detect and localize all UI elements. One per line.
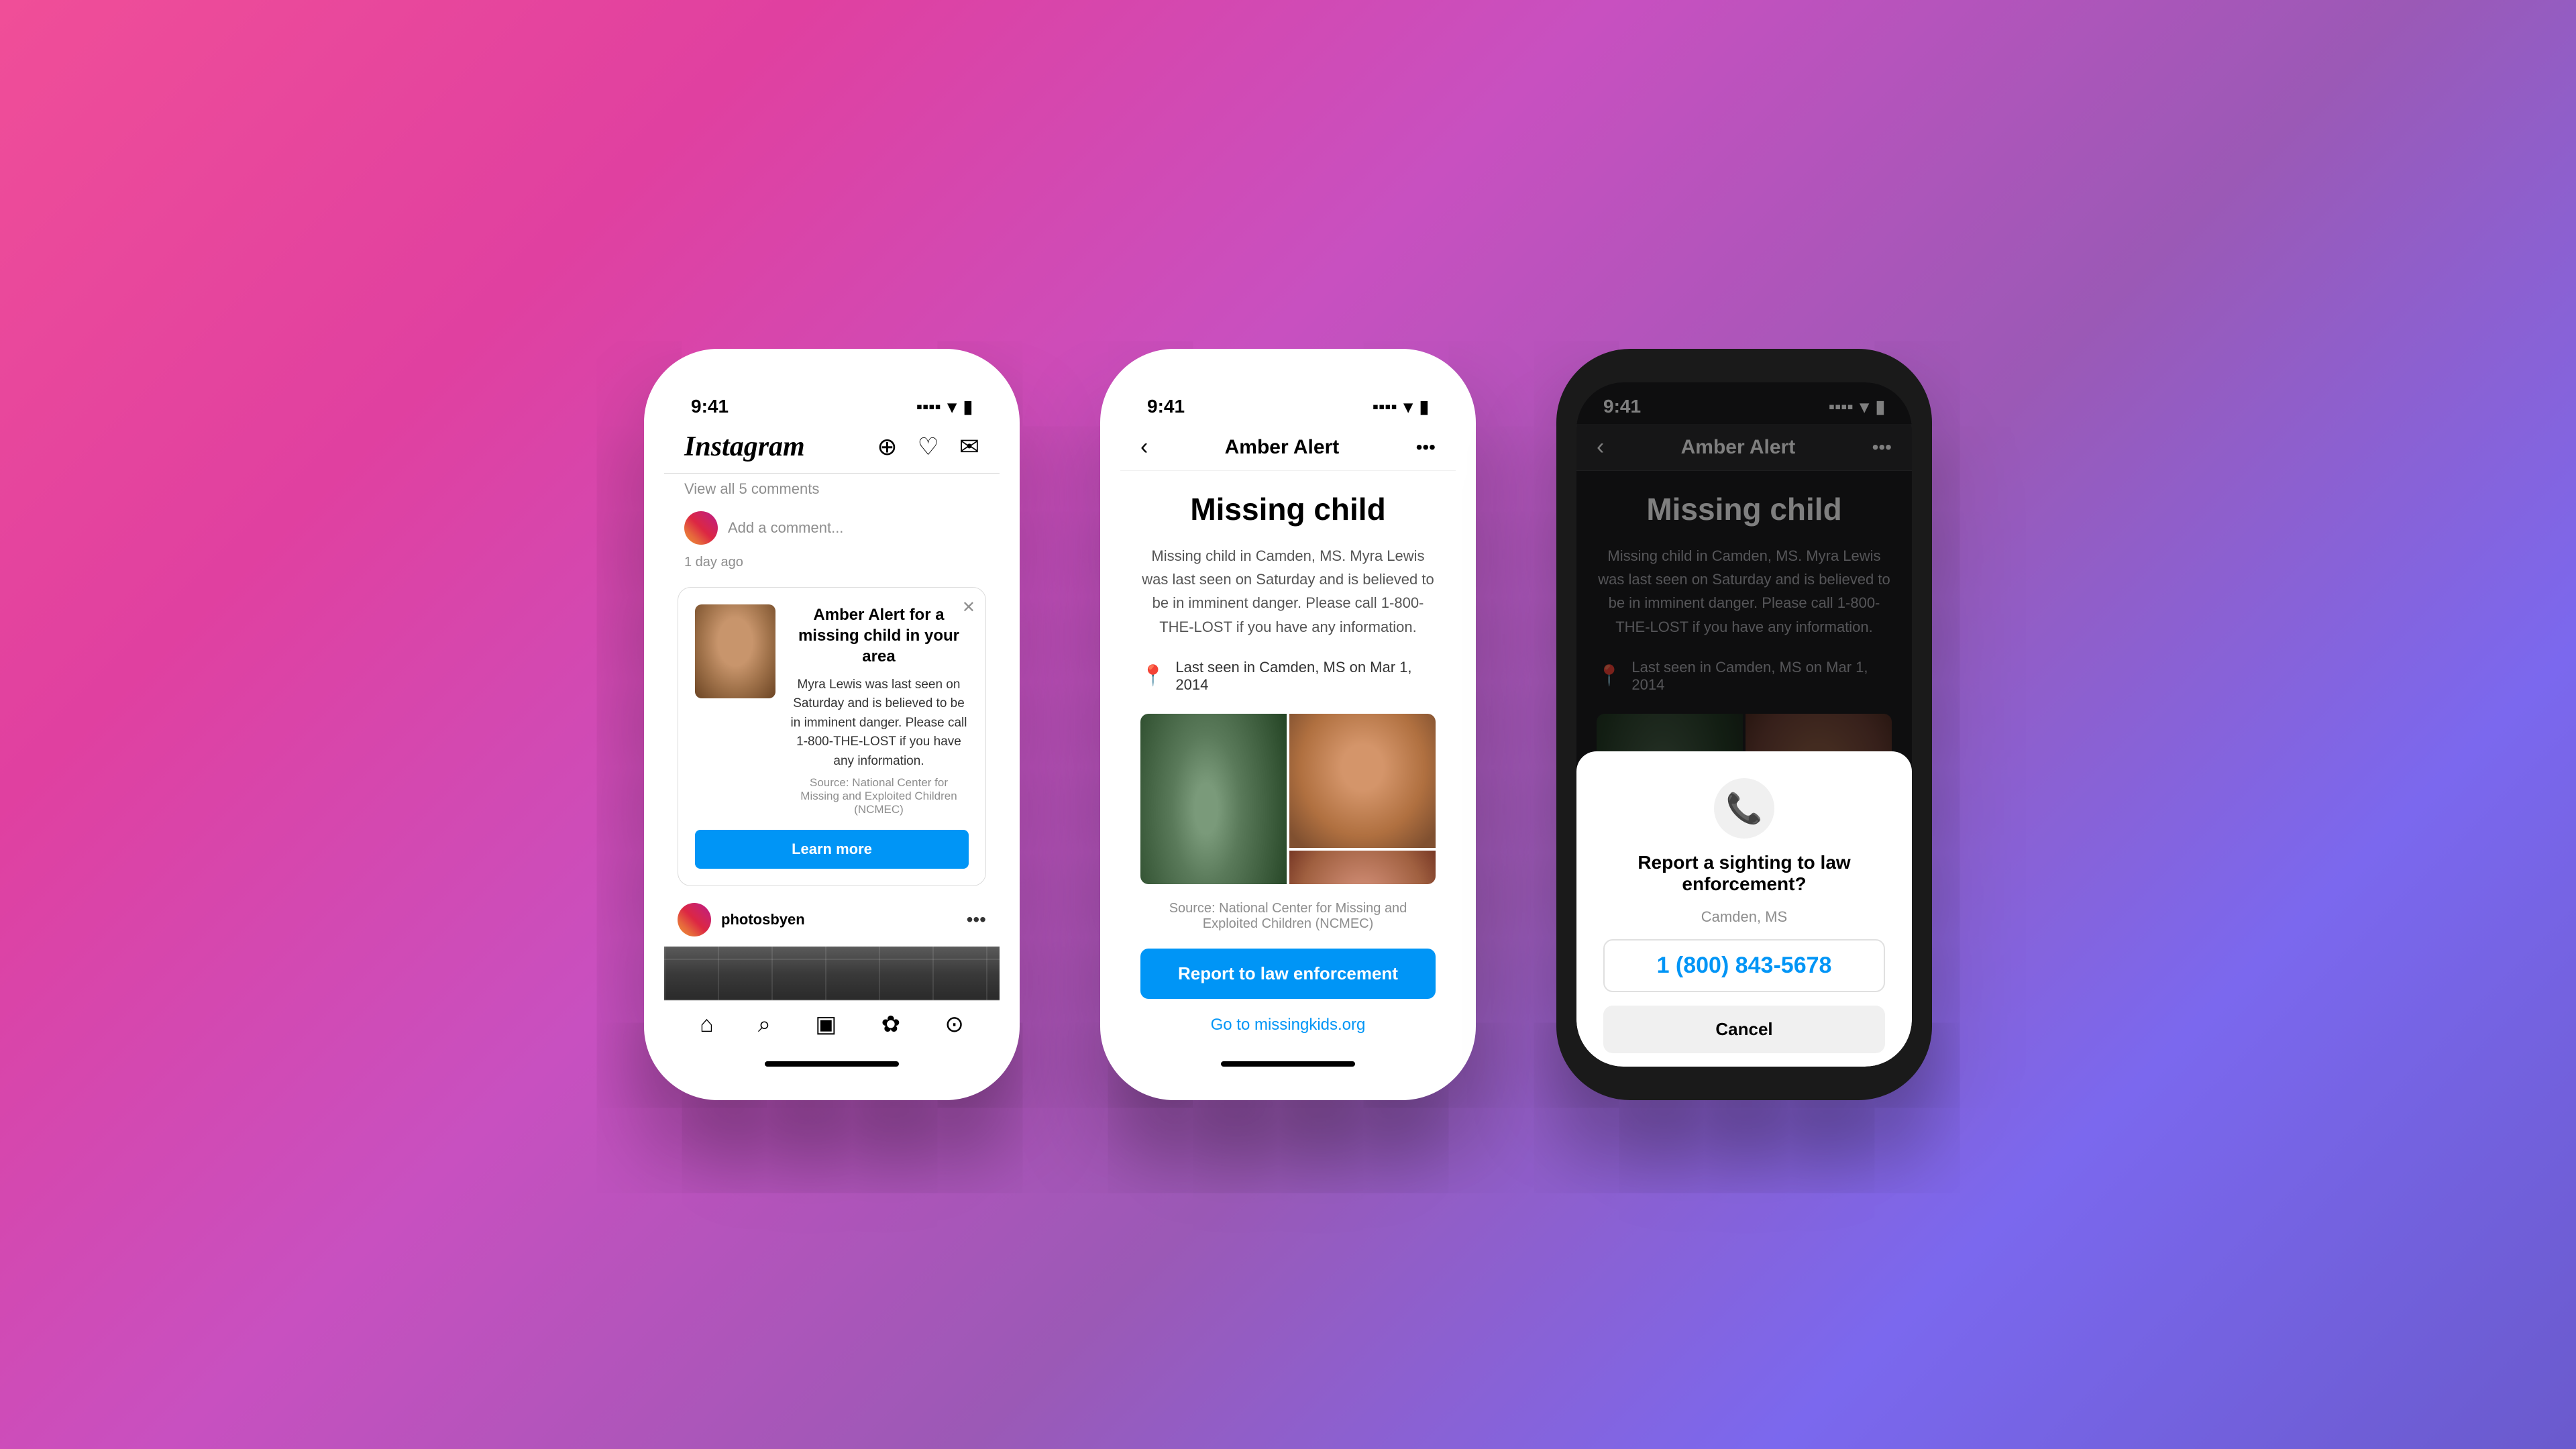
close-button[interactable]: ✕ [962, 598, 975, 617]
photo-bottom-right [1289, 851, 1436, 884]
alert-text-content: Amber Alert for a missing child in your … [789, 604, 969, 816]
learn-more-button[interactable]: Learn more [695, 830, 969, 869]
wifi-icon-2: ▾ [1404, 396, 1413, 417]
post-more-icon[interactable]: ••• [967, 909, 986, 930]
modal-overlay: 📞 Report a sighting to law enforcement? … [1576, 382, 1912, 1067]
phone-3-screen: 9:41 ▪▪▪▪ ▾ ▮ ‹ Amber Alert ••• Missing … [1576, 382, 1912, 1067]
status-icons-1: ▪▪▪▪ ▾ ▮ [916, 396, 973, 417]
post-avatar [678, 903, 711, 936]
modal-phone-number[interactable]: 1 (800) 843-5678 [1603, 939, 1885, 992]
detail-header-2: ‹ Amber Alert ••• [1120, 424, 1456, 471]
alert-description: Myra Lewis was last seen on Saturday and… [789, 676, 969, 771]
alert-card-content: Amber Alert for a missing child in your … [695, 604, 969, 816]
nav-reels-icon[interactable]: ▣ [815, 1011, 837, 1038]
missing-title-2: Missing child [1140, 491, 1436, 527]
back-button-2[interactable]: ‹ [1140, 434, 1148, 460]
post-row: photosbyen ••• [664, 893, 1000, 947]
phone-call-icon-circle: 📞 [1714, 778, 1774, 839]
comment-placeholder: Add a comment... [728, 519, 843, 537]
status-bar-2: 9:41 ▪▪▪▪ ▾ ▮ [1120, 382, 1456, 424]
phone-call-icon: 📞 [1726, 791, 1763, 826]
phone-2-screen: 9:41 ▪▪▪▪ ▾ ▮ ‹ Amber Alert ••• Missing … [1120, 382, 1456, 1067]
messenger-icon[interactable]: ✉ [959, 433, 979, 461]
view-comments[interactable]: View all 5 comments [664, 474, 1000, 504]
child-photo-thumbnail [695, 604, 775, 698]
instagram-header: Instagram ⊕ ♡ ✉ [664, 424, 1000, 474]
phone-2: 9:41 ▪▪▪▪ ▾ ▮ ‹ Amber Alert ••• Missing … [1100, 349, 1476, 1100]
status-icons-2: ▪▪▪▪ ▾ ▮ [1373, 396, 1429, 417]
instagram-logo: Instagram [684, 431, 805, 463]
heart-icon[interactable]: ♡ [918, 433, 939, 461]
signal-icon-2: ▪▪▪▪ [1373, 396, 1397, 417]
phone-1-screen: 9:41 ▪▪▪▪ ▾ ▮ Instagram ⊕ ♡ ✉ View all 5… [664, 382, 1000, 1067]
status-time-2: 9:41 [1147, 396, 1185, 417]
alert-title: Amber Alert for a missing child in your … [789, 604, 969, 667]
user-avatar [684, 511, 718, 545]
battery-icon-2: ▮ [1419, 396, 1429, 417]
amber-alert-card: ✕ Amber Alert for a missing child in you… [678, 587, 986, 886]
post-image [664, 947, 1000, 1000]
location-text-2: Last seen in Camden, MS on Mar 1, 2014 [1175, 659, 1436, 694]
missing-description-2: Missing child in Camden, MS. Myra Lewis … [1140, 544, 1436, 639]
photo-top-right [1289, 714, 1436, 848]
battery-icon-1: ▮ [963, 396, 973, 417]
modal-cancel-button[interactable]: Cancel [1603, 1006, 1885, 1053]
header-icons: ⊕ ♡ ✉ [877, 433, 979, 461]
modal-report-title: Report a sighting to law enforcement? [1603, 852, 1885, 895]
post-user: photosbyen [678, 903, 805, 936]
feed-content: View all 5 comments Add a comment... 1 d… [664, 474, 1000, 1000]
location-pin-icon: 📍 [1140, 664, 1165, 688]
nav-home-icon[interactable]: ⌂ [700, 1012, 714, 1038]
missingkids-link[interactable]: Go to missingkids.org [1140, 1016, 1436, 1034]
aerial-photo [664, 947, 1000, 1000]
wifi-icon-1: ▾ [948, 396, 957, 417]
report-law-enforcement-button[interactable]: Report to law enforcement [1140, 949, 1436, 999]
signal-icon-1: ▪▪▪▪ [916, 396, 941, 417]
page-title-2: Amber Alert [1225, 436, 1340, 459]
status-bar-1: 9:41 ▪▪▪▪ ▾ ▮ [664, 382, 1000, 424]
add-icon[interactable]: ⊕ [877, 433, 897, 461]
modal-card: 📞 Report a sighting to law enforcement? … [1576, 751, 1912, 1067]
detail-content-2: Missing child Missing child in Camden, M… [1120, 471, 1456, 1055]
location-row-2: 📍 Last seen in Camden, MS on Mar 1, 2014 [1140, 655, 1436, 697]
photo-main-2: ⚠ [1140, 714, 1287, 884]
more-button-2[interactable]: ••• [1416, 437, 1436, 458]
child-face-small [695, 604, 775, 698]
photo-grid-2: ⚠ [1140, 714, 1436, 884]
modal-location: Camden, MS [1701, 908, 1787, 926]
nav-shop-icon[interactable]: ✿ [881, 1011, 901, 1038]
post-username: photosbyen [721, 911, 805, 928]
phone-1: 9:41 ▪▪▪▪ ▾ ▮ Instagram ⊕ ♡ ✉ View all 5… [644, 349, 1020, 1100]
phone-3: 9:41 ▪▪▪▪ ▾ ▮ ‹ Amber Alert ••• Missing … [1556, 349, 1932, 1100]
home-indicator-1 [765, 1061, 899, 1067]
source-text-2: Source: National Center for Missing and … [1140, 901, 1436, 932]
alert-source: Source: National Center for Missing and … [789, 776, 969, 816]
status-time-1: 9:41 [691, 396, 729, 417]
bottom-nav: ⌂ ⌕ ▣ ✿ ⊙ [664, 1000, 1000, 1055]
nav-search-icon[interactable]: ⌕ [758, 1012, 771, 1038]
phones-container: 9:41 ▪▪▪▪ ▾ ▮ Instagram ⊕ ♡ ✉ View all 5… [644, 349, 1932, 1100]
add-comment-row[interactable]: Add a comment... [664, 504, 1000, 551]
time-ago: 1 day ago [664, 551, 1000, 580]
nav-profile-icon[interactable]: ⊙ [945, 1011, 964, 1038]
home-indicator-2 [1221, 1061, 1355, 1067]
